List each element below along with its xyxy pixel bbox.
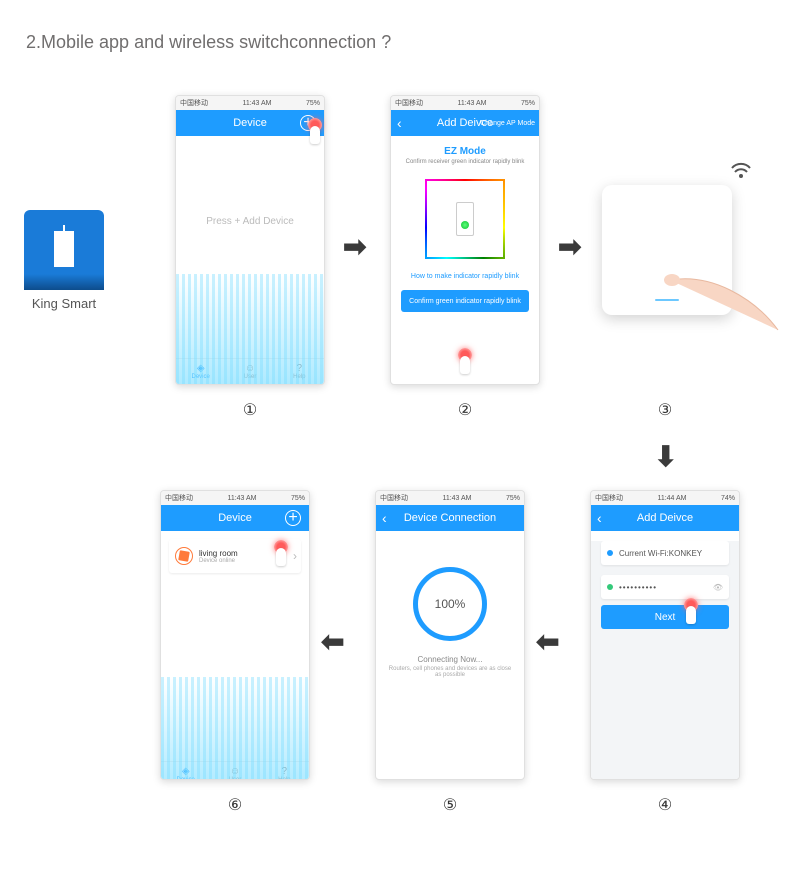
phone-step5: 中国移动11:43 AM75% ‹ Device Connection 100%… [375, 490, 525, 780]
app-icon [24, 210, 104, 290]
phone-step6: 中国移动11:43 AM75% Device + living room Dev… [160, 490, 310, 780]
navbar-title: Device [233, 117, 267, 129]
tab-device[interactable]: ◈Device [176, 359, 225, 384]
navbar: ‹ Add Deivce Change AP Mode [391, 110, 539, 136]
wifi-icon [730, 160, 752, 183]
device-indicator-ring [425, 179, 505, 259]
arrow-right-icon: ➡ [558, 230, 581, 263]
next-button[interactable]: Next [601, 605, 729, 629]
add-button[interactable]: + [300, 115, 316, 131]
back-button[interactable]: ‹ [382, 510, 387, 526]
page-heading: 2.Mobile app and wireless switchconnecti… [26, 32, 391, 53]
tab-bar: ◈Device ☺User ?Help [176, 358, 324, 384]
status-bar: 中国移动11:44 AM74% [591, 491, 739, 505]
tab-user[interactable]: ☺User [225, 359, 274, 384]
arrow-left-icon: ⬅ [536, 625, 559, 658]
navbar-title: Device [218, 512, 252, 524]
navbar: ‹ Add Deivce [591, 505, 739, 531]
chevron-right-icon: › [293, 549, 297, 563]
wifi-field[interactable]: Current Wi-Fi:KONKEY [601, 541, 729, 565]
add-button[interactable]: + [285, 510, 301, 526]
app-label: King Smart [24, 296, 104, 311]
status-bar: 中国移动11:43 AM75% [161, 491, 309, 505]
device-row[interactable]: living room Device online › [169, 539, 301, 573]
tab-device[interactable]: ◈Device [161, 762, 210, 780]
hand-illustration [660, 270, 780, 350]
arrow-left-icon: ⬅ [321, 625, 344, 658]
step-number-5: ⑤ [375, 795, 525, 815]
navbar-title: Add Deivce [637, 512, 693, 524]
step-number-6: ⑥ [160, 795, 310, 815]
device-icon [175, 547, 193, 565]
back-button[interactable]: ‹ [597, 510, 602, 526]
step-number-3: ③ [590, 400, 740, 420]
tab-bar: ◈Device ☺User ?Help [161, 761, 309, 780]
step-number-4: ④ [590, 795, 740, 815]
navbar: Device + [176, 110, 324, 136]
navbar: Device + [161, 505, 309, 531]
tab-help[interactable]: ?Help [275, 359, 324, 384]
navbar: ‹ Device Connection [376, 505, 524, 531]
back-button[interactable]: ‹ [397, 115, 402, 131]
empty-hint: Press + Add Device [176, 216, 324, 227]
tab-user[interactable]: ☺User [210, 762, 259, 780]
step-number-1: ① [175, 400, 325, 420]
phone-step4: 中国移动11:44 AM74% ‹ Add Deivce Current Wi-… [590, 490, 740, 780]
arrow-right-icon: ➡ [343, 230, 366, 263]
status-bar: 中国移动11:43 AM75% [176, 96, 324, 110]
confirm-button[interactable]: Confirm green indicator rapidly blink [401, 290, 529, 312]
password-field[interactable]: •••••••••• 👁 [601, 575, 729, 599]
navbar-title: Device Connection [404, 512, 496, 524]
mode-subtitle: Confirm receiver green indicator rapidly… [391, 159, 539, 165]
phone-step2: 中国移动11:43 AM75% ‹ Add Deivce Change AP M… [390, 95, 540, 385]
help-link[interactable]: How to make indicator rapidly blink [391, 273, 539, 280]
arrow-down-icon: ⬇ [654, 440, 677, 473]
mode-label: EZ Mode [391, 146, 539, 157]
phone-step1: 中国移动11:43 AM75% Device + Press + Add Dev… [175, 95, 325, 385]
change-mode-link[interactable]: Change AP Mode [480, 120, 535, 127]
visibility-toggle-icon[interactable]: 👁 [713, 583, 723, 592]
status-bar: 中国移动11:43 AM75% [391, 96, 539, 110]
connecting-hint: Routers, cell phones and devices are as … [376, 666, 524, 678]
tab-help[interactable]: ?Help [260, 762, 309, 780]
progress-circle: 100% [413, 567, 487, 641]
status-bar: 中国移动11:43 AM75% [376, 491, 524, 505]
step-number-2: ② [390, 400, 540, 420]
connecting-text: Connecting Now... [376, 655, 524, 664]
